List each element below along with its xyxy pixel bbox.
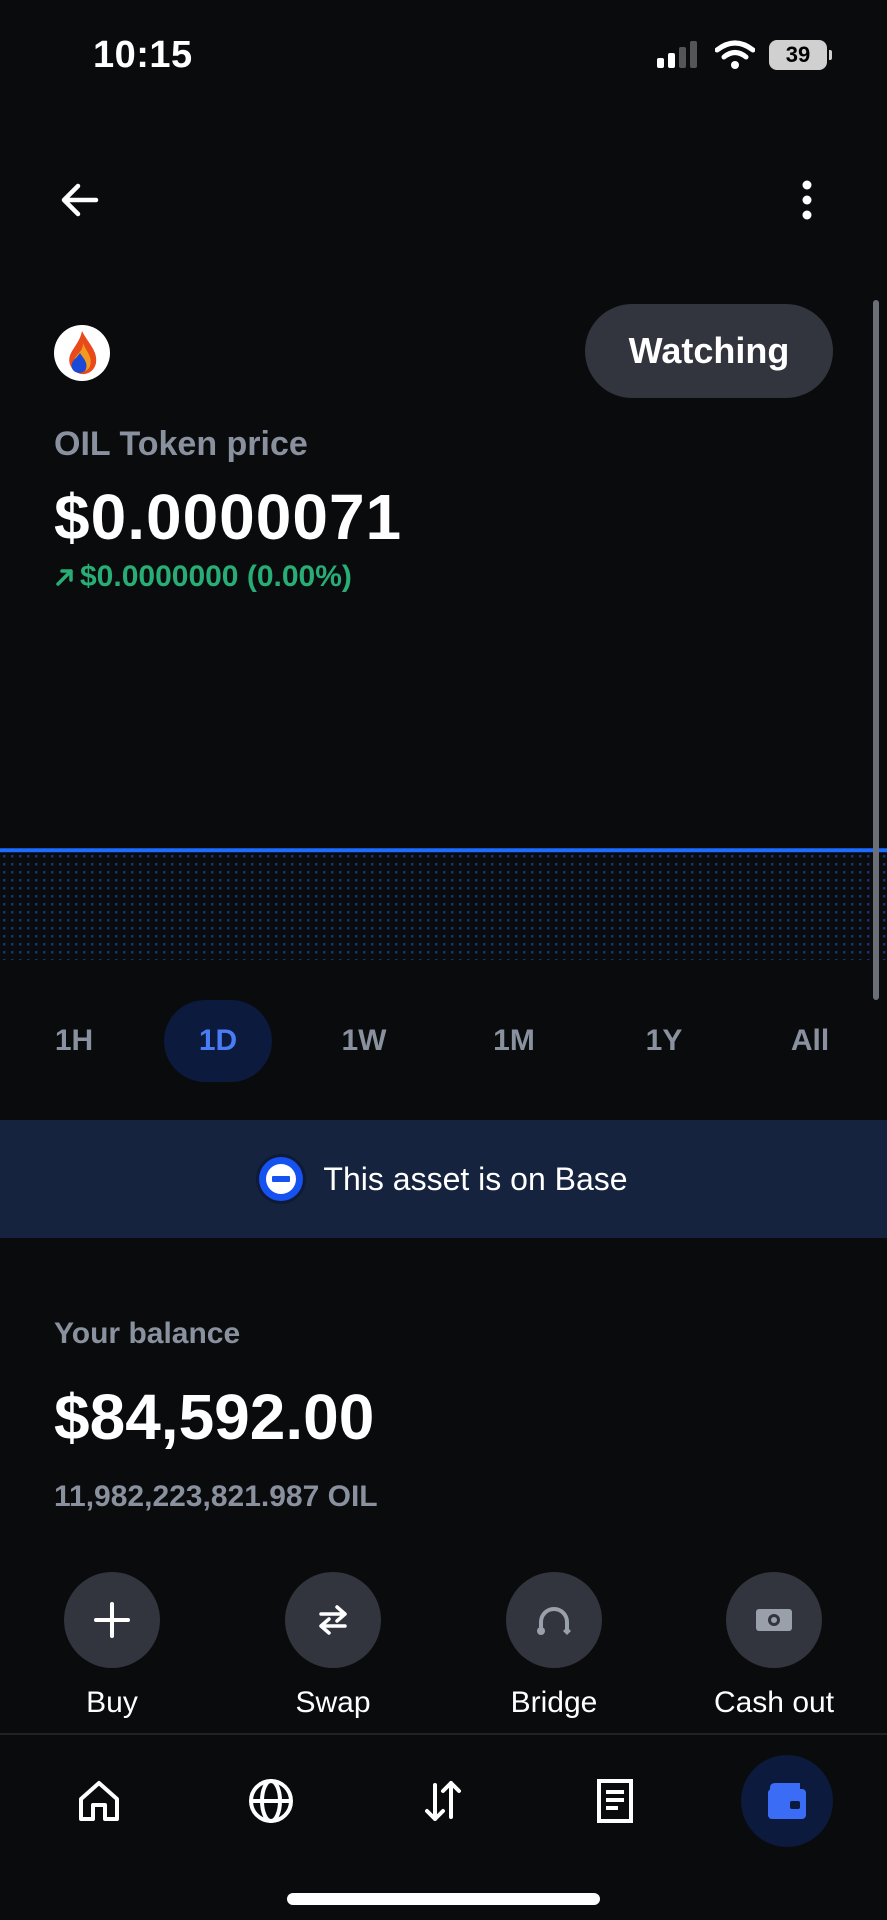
home-icon [79,1781,119,1821]
more-vertical-icon [802,180,812,220]
base-network-icon [259,1157,304,1201]
scrollbar[interactable] [873,300,879,1000]
balance-token-amount: 11,982,223,821.987 OIL [54,1480,378,1513]
home-indicator [287,1893,600,1905]
status-time: 10:15 [93,34,193,76]
range-all[interactable]: All [756,1000,864,1082]
back-button[interactable] [52,172,108,228]
globe-icon [249,1779,293,1823]
nav-transfer[interactable] [397,1755,489,1847]
balance-value: $84,592.00 [54,1381,375,1453]
range-1m[interactable]: 1M [460,1000,568,1082]
arrow-up-right-icon [56,569,73,586]
signal-icon [657,41,697,68]
balance-label: Your balance [54,1317,241,1350]
oil-drop-icon [69,331,97,375]
battery-indicator: 39 [769,40,832,70]
buy-label: Buy [86,1686,138,1719]
token-logo [54,325,110,381]
cash-out-button[interactable]: Cash out [699,1572,849,1720]
more-options-button[interactable] [779,172,835,228]
bridge-action-circle[interactable] [506,1572,602,1668]
nav-wallet[interactable] [741,1755,833,1847]
time-range-selector: 1H 1D 1W 1M 1Y All [0,1000,887,1084]
price-change-text: $0.0000000 (0.00%) [80,560,352,593]
price-change: $0.0000000 (0.00%) [54,560,352,594]
wifi-icon [715,40,755,69]
transfer-icon [425,1781,461,1821]
range-1h[interactable]: 1H [20,1000,128,1082]
chart-area [0,850,887,960]
wallet-icon [768,1783,806,1819]
cash-out-label: Cash out [713,1686,835,1719]
nav-home[interactable] [53,1755,145,1847]
nav-activity[interactable] [569,1755,661,1847]
swap-icon [319,1605,347,1635]
network-banner-text: This asset is on Base [323,1160,628,1197]
nav-explore[interactable] [225,1755,317,1847]
price-chart[interactable] [0,820,887,960]
bridge-label: Bridge [510,1686,598,1719]
swap-label: Swap [295,1686,371,1719]
bridge-icon [537,1607,571,1635]
range-1d[interactable]: 1D [164,1000,272,1082]
range-1w[interactable]: 1W [310,1000,418,1082]
range-1y[interactable]: 1Y [610,1000,718,1082]
arrow-left-icon [61,183,99,217]
bridge-button[interactable]: Bridge [479,1572,629,1720]
network-banner[interactable]: This asset is on Base [0,1120,887,1238]
cash-out-action-circle[interactable] [726,1572,822,1668]
swap-action-circle[interactable] [285,1572,381,1668]
document-icon [597,1779,633,1823]
buy-action-circle[interactable] [64,1572,160,1668]
swap-button[interactable]: Swap [258,1572,408,1720]
token-price: $0.0000071 [54,481,403,553]
plus-icon [94,1602,130,1638]
buy-button[interactable]: Buy [37,1572,187,1720]
cash-icon [756,1609,792,1631]
price-label: OIL Token price [54,425,308,463]
watching-button[interactable]: Watching [585,304,833,398]
status-icons: 39 [655,40,832,70]
bottom-nav [0,1735,887,1865]
